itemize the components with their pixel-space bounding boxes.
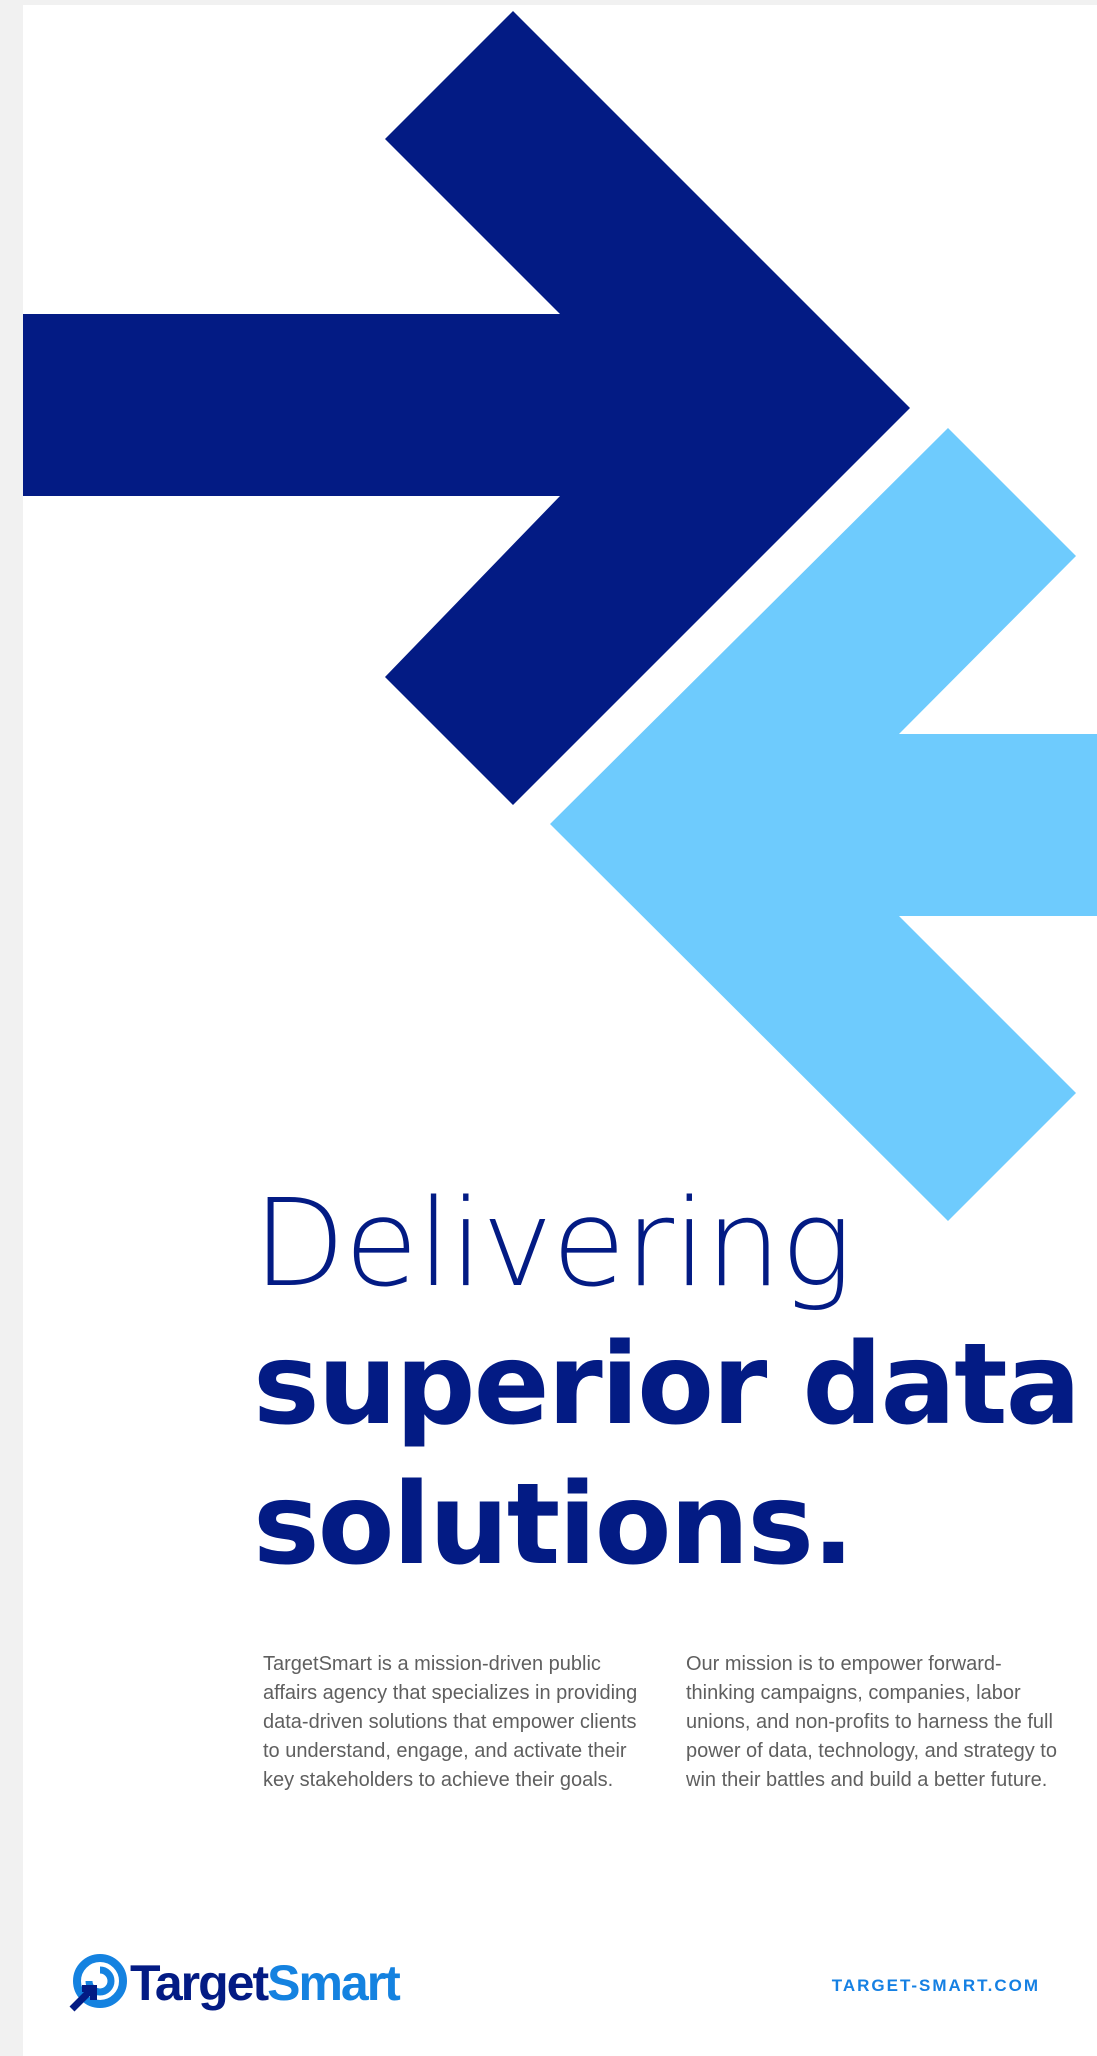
website-url[interactable]: TARGET-SMART.COM (832, 1976, 1040, 1996)
logo-word-smart: Smart (267, 1955, 401, 2011)
body-column-1: TargetSmart is a mission-driven public a… (263, 1653, 638, 1791)
headline-line-3: solutions. (253, 1460, 855, 1590)
target-logo-icon (69, 1954, 127, 2012)
logo: TargetSmart (68, 1953, 401, 2013)
logo-wordmark: TargetSmart (130, 1953, 401, 2013)
flyer-page: Delivering superior data solutions. Targ… (23, 5, 1097, 2056)
footer: TargetSmart TARGET-SMART.COM (23, 1940, 1097, 2020)
arrows-graphic (23, 11, 1097, 1221)
body-column-2: Our mission is to empower forward-thinki… (686, 1653, 1057, 1791)
headline-line-1: Delivering (253, 1175, 853, 1314)
headline-line-2: superior data (253, 1320, 1081, 1450)
logo-word-target: Target (130, 1955, 269, 2011)
body-text: TargetSmart is a mission-driven public a… (263, 1650, 1063, 1795)
headline: Delivering superior data solutions. (253, 1175, 1081, 1595)
